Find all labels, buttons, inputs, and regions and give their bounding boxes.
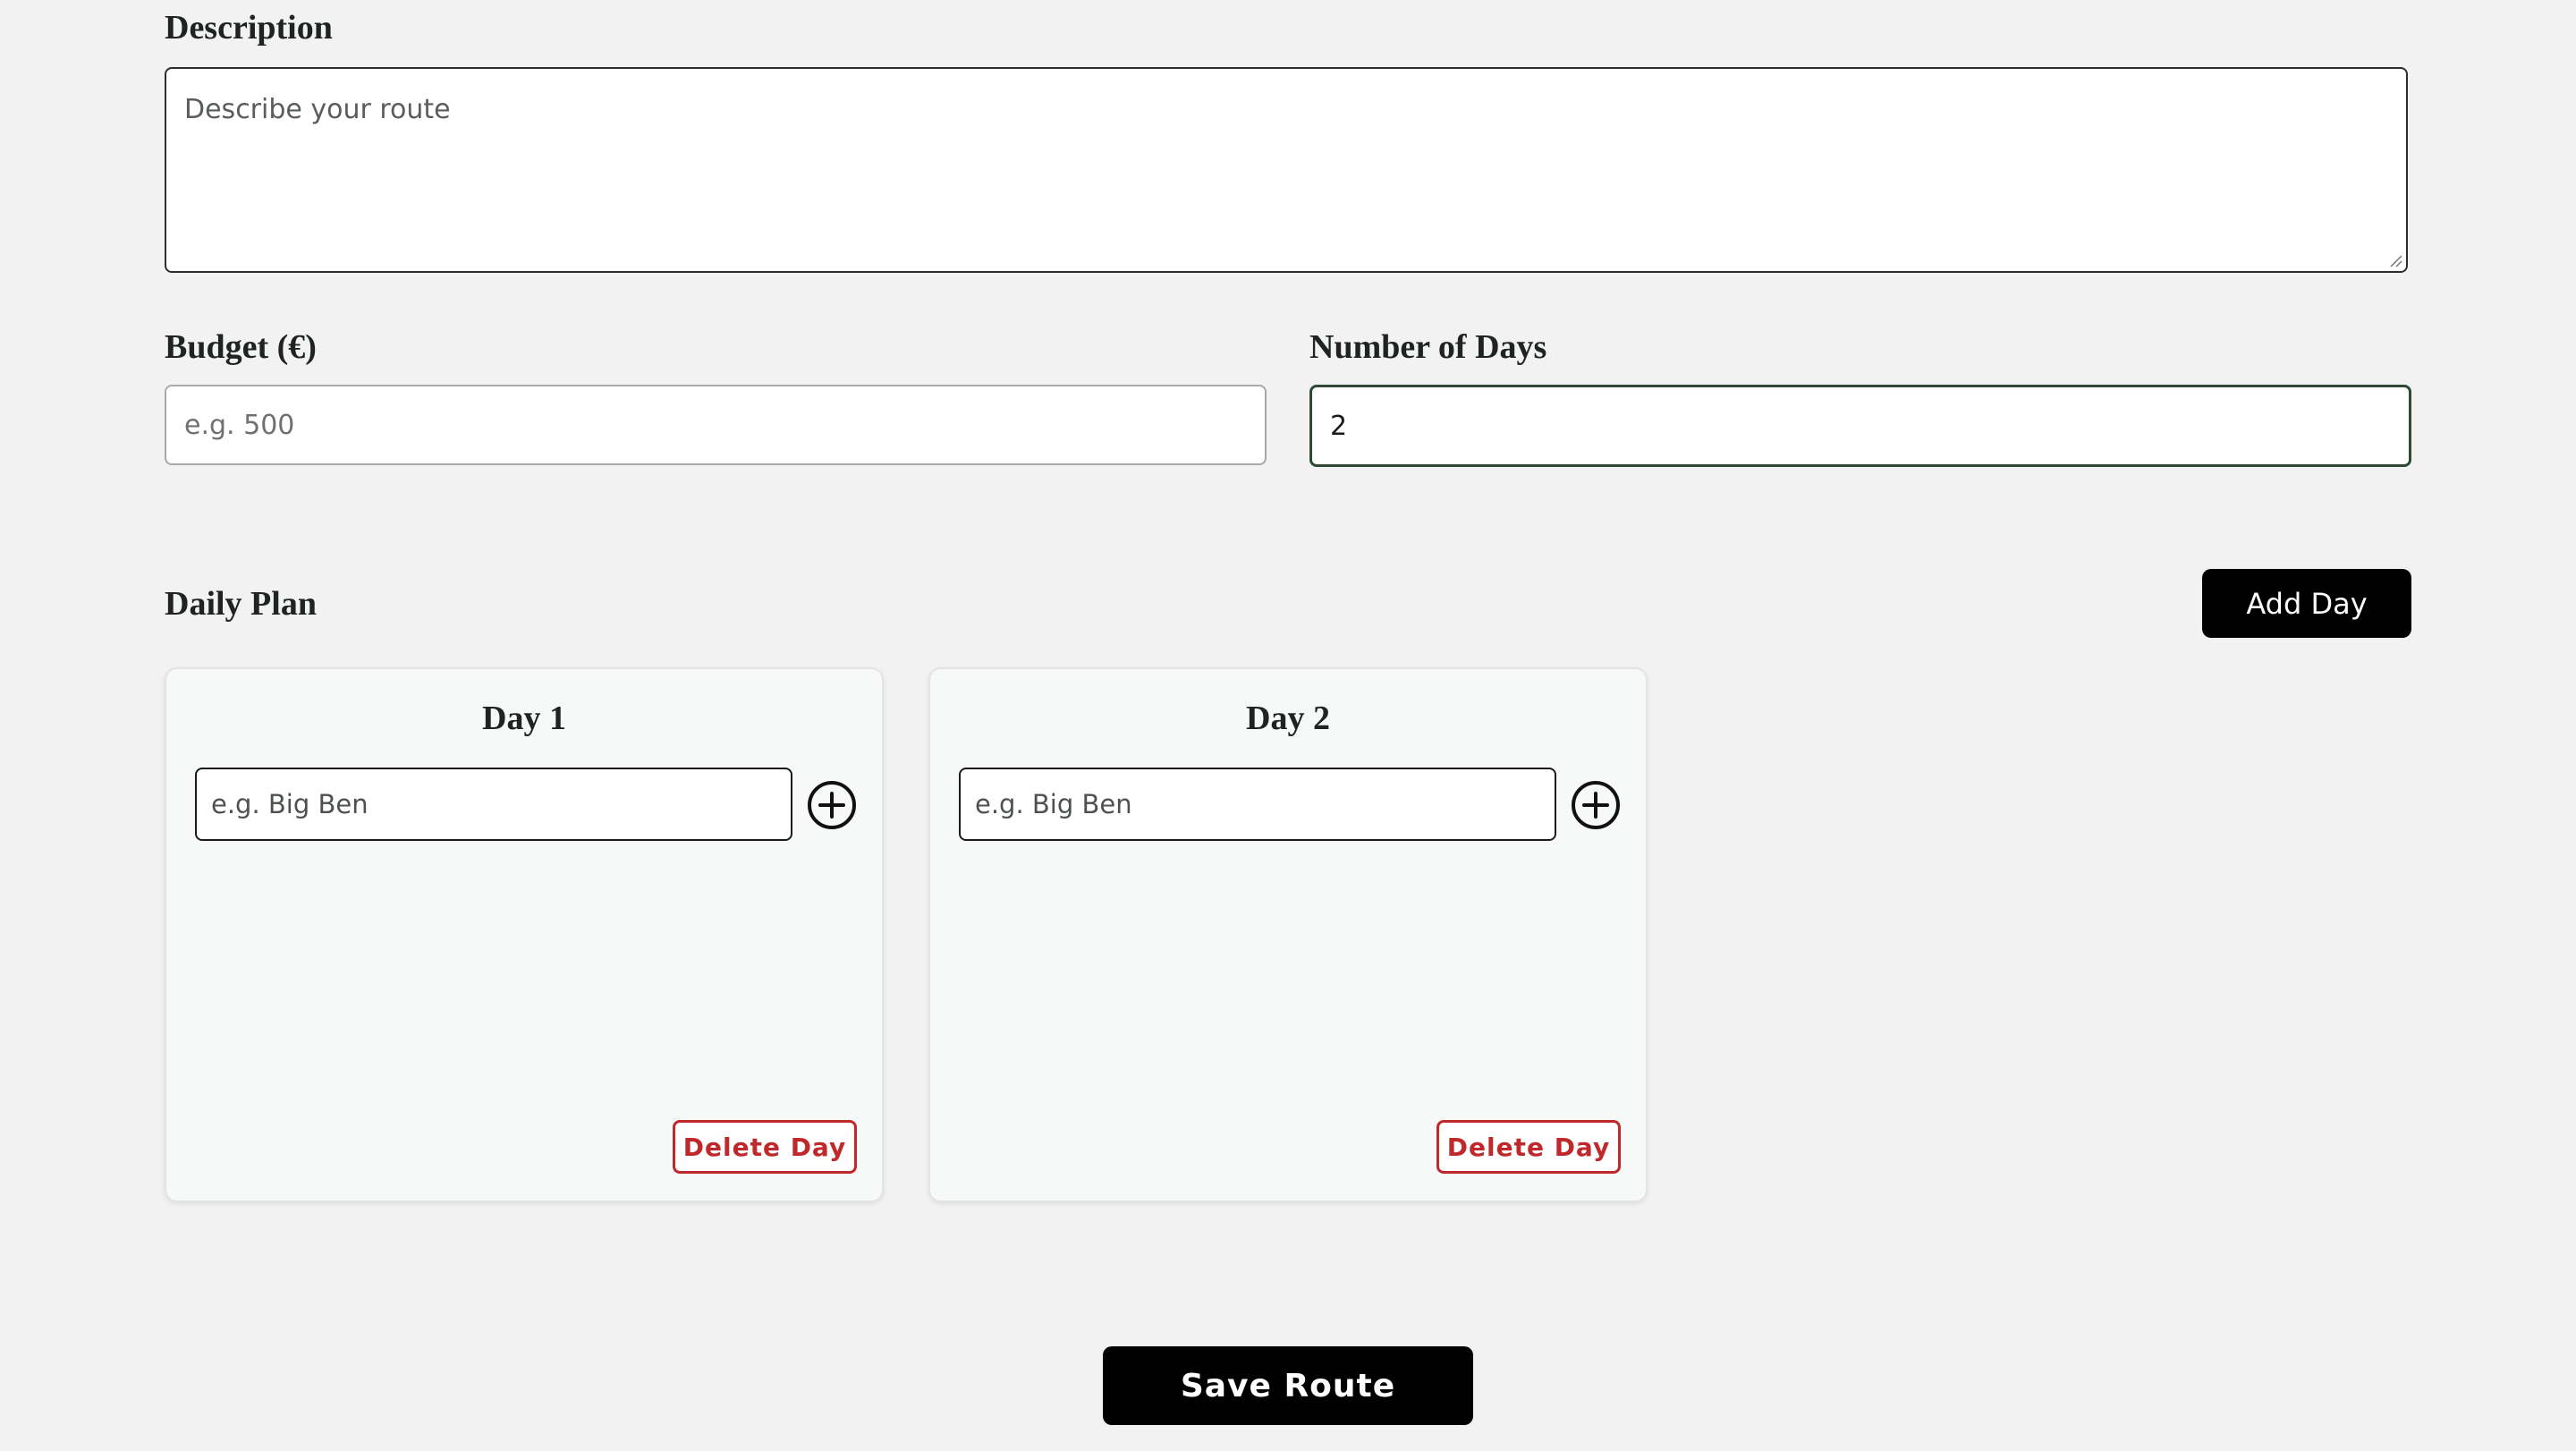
plus-circle-icon[interactable] [807,780,857,830]
days-value: 2 [1330,410,1348,442]
description-textarea[interactable]: Describe your route [165,67,2408,273]
description-label: Description [165,9,333,47]
stop-placeholder: e.g. Big Ben [975,789,1132,819]
route-form: Description Describe your route Budget (… [0,0,2576,1451]
save-route-button[interactable]: Save Route [1103,1346,1473,1425]
days-label: Number of Days [1309,328,1547,366]
add-day-button[interactable]: Add Day [2202,569,2411,638]
delete-day-button[interactable]: Delete Day [1436,1120,1621,1174]
resize-grip-icon[interactable] [2388,253,2402,267]
stop-placeholder: e.g. Big Ben [211,789,369,819]
days-input[interactable]: 2 [1309,385,2411,467]
stop-input[interactable]: e.g. Big Ben [195,768,792,841]
day-card: Day 1 e.g. Big Ben Delete Day [165,667,884,1202]
budget-label: Budget (€) [165,328,317,366]
description-placeholder: Describe your route [184,94,451,125]
plus-circle-icon[interactable] [1571,780,1621,830]
budget-input[interactable]: e.g. 500 [165,385,1267,465]
budget-placeholder: e.g. 500 [184,409,295,441]
day-card-title: Day 1 [482,700,566,737]
daily-plan-title: Daily Plan [165,585,317,623]
delete-day-button[interactable]: Delete Day [673,1120,857,1174]
day-card-title: Day 2 [1246,700,1330,737]
day-card: Day 2 e.g. Big Ben Delete Day [928,667,1648,1202]
stop-input[interactable]: e.g. Big Ben [959,768,1556,841]
